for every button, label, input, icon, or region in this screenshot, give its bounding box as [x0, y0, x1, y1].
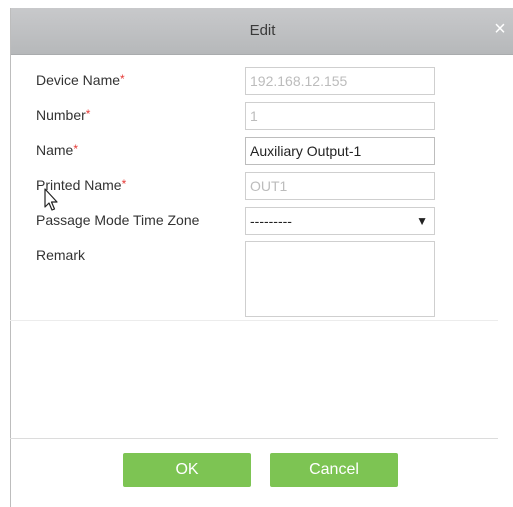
dialog-titlebar: Edit × [11, 8, 513, 55]
device-name-field[interactable]: 192.168.12.155 [245, 67, 435, 95]
device-name-label: Device Name* [36, 72, 125, 88]
printed-name-field[interactable]: OUT1 [245, 172, 435, 200]
required-mark: * [85, 107, 91, 121]
close-icon[interactable]: × [490, 19, 510, 39]
number-field[interactable]: 1 [245, 102, 435, 130]
number-label-text: Number [36, 107, 86, 123]
passage-mode-selected: --------- [250, 213, 292, 229]
footer-divider [10, 438, 498, 439]
cancel-button[interactable]: Cancel [270, 453, 398, 487]
remark-textarea[interactable] [245, 241, 435, 317]
dropdown-caret-icon: ▼ [416, 214, 428, 228]
name-label-text: Name [36, 142, 74, 158]
required-mark: * [120, 72, 125, 86]
divider [10, 320, 498, 321]
number-label: Number* [36, 107, 90, 123]
name-label: Name* [36, 142, 78, 158]
device-name-label-text: Device Name [36, 72, 121, 88]
name-field[interactable]: Auxiliary Output-1 [245, 137, 435, 165]
required-mark: * [73, 142, 79, 156]
dialog-title: Edit [249, 22, 276, 39]
passage-mode-select[interactable]: --------- ▼ [245, 207, 435, 235]
remark-label: Remark [36, 247, 86, 263]
ok-button[interactable]: OK [123, 453, 251, 487]
passage-mode-label: Passage Mode Time Zone [36, 212, 200, 228]
required-mark: * [121, 177, 127, 191]
mouse-cursor-icon [44, 188, 58, 211]
